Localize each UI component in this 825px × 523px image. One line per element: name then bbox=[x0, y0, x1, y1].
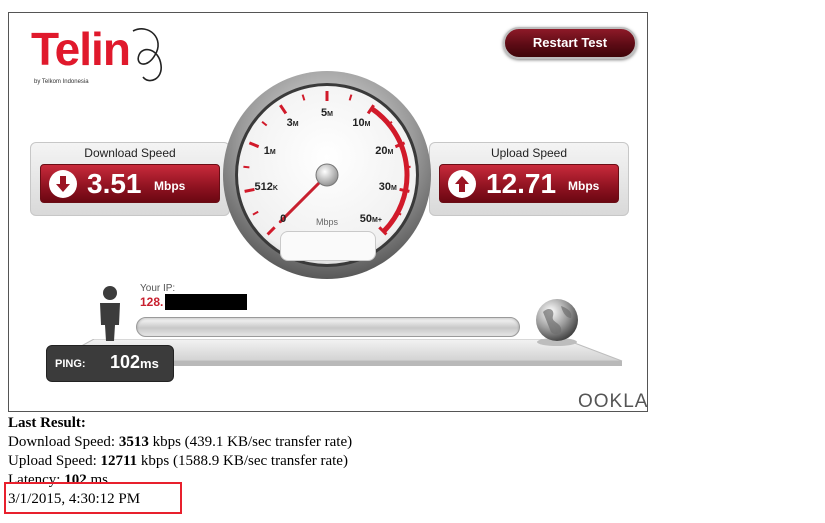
globe-icon bbox=[536, 299, 578, 346]
download-result-line: Download Speed: 3513 kbps (439.1 KB/sec … bbox=[8, 434, 353, 450]
restart-test-button[interactable]: Restart Test bbox=[503, 27, 637, 59]
logo-tagline: by Telkom Indonesia bbox=[34, 79, 89, 85]
upload-speed-display: 12.71 Mbps bbox=[439, 164, 619, 203]
gauge-tick-label: 512K bbox=[254, 181, 278, 194]
upload-speed-panel: Upload Speed 12.71 Mbps bbox=[429, 142, 629, 216]
logo-text: Telin bbox=[31, 23, 131, 75]
person-icon bbox=[100, 286, 120, 341]
gauge-tick-mark bbox=[244, 187, 255, 193]
timestamp-highlight-box bbox=[4, 482, 182, 514]
download-speed-display: 3.51 Mbps bbox=[40, 164, 220, 203]
test-progress-track bbox=[136, 317, 520, 337]
gauge-tick-label: 10M bbox=[352, 117, 371, 130]
upload-result-line: Upload Speed: 12711 kbps (1588.9 KB/sec … bbox=[8, 453, 348, 469]
download-speed-value: 3.51 bbox=[87, 168, 142, 199]
gauge-tick-label: 5M bbox=[321, 107, 333, 119]
speedtest-widget: Telin by Telkom Indonesia Restart Test D… bbox=[8, 12, 648, 412]
ping-label: PING: bbox=[55, 358, 86, 370]
gauge-unit-label: Mbps bbox=[315, 217, 339, 227]
gauge-tick-label: 20M bbox=[375, 145, 394, 158]
gauge-hub bbox=[315, 163, 339, 187]
arrow-down-icon bbox=[49, 170, 77, 198]
gauge-tick-mark bbox=[399, 187, 410, 193]
gauge-tick-mark bbox=[243, 165, 250, 169]
upload-kbps: 12711 bbox=[100, 453, 138, 469]
ookla-logo: OOKLA bbox=[578, 391, 648, 412]
ping-value: 102 bbox=[110, 352, 141, 372]
gauge-tick-label: 30M bbox=[378, 181, 397, 194]
ip-redaction-bar bbox=[165, 294, 247, 310]
upload-speed-unit: Mbps bbox=[568, 179, 600, 193]
ip-label: Your IP: bbox=[140, 283, 176, 294]
download-speed-label: Download Speed bbox=[84, 146, 176, 160]
download-kbps: 3513 bbox=[118, 434, 149, 450]
speed-gauge: 0 512K 1M 3M 5M 10M 20M 30M 50M+ Mbps bbox=[222, 70, 432, 280]
upload-speed-label: Upload Speed bbox=[490, 146, 568, 160]
gauge-tick-mark bbox=[404, 165, 411, 169]
ping-unit: ms bbox=[140, 356, 159, 371]
gauge-tick-label: 50M+ bbox=[359, 212, 382, 225]
results-heading: Last Result: bbox=[8, 415, 86, 431]
gauge-readout-box bbox=[280, 231, 376, 261]
gauge-tick-label: 1M bbox=[263, 145, 276, 158]
telin-logo: Telin by Telkom Indonesia bbox=[31, 23, 171, 93]
download-speed-unit: Mbps bbox=[154, 179, 186, 193]
ping-value-wrap: 102ms bbox=[110, 352, 159, 373]
logo-swirl-icon bbox=[132, 28, 162, 82]
arrow-up-icon bbox=[448, 170, 476, 198]
download-speed-panel: Download Speed 3.51 Mbps bbox=[30, 142, 230, 216]
ip-value: 128. bbox=[140, 295, 164, 309]
upload-speed-value: 12.71 bbox=[486, 168, 557, 199]
gauge-tick-label: 3M bbox=[286, 117, 299, 130]
gauge-tick-label: 0 bbox=[280, 212, 287, 225]
ping-display: PING: 102ms bbox=[46, 345, 174, 382]
